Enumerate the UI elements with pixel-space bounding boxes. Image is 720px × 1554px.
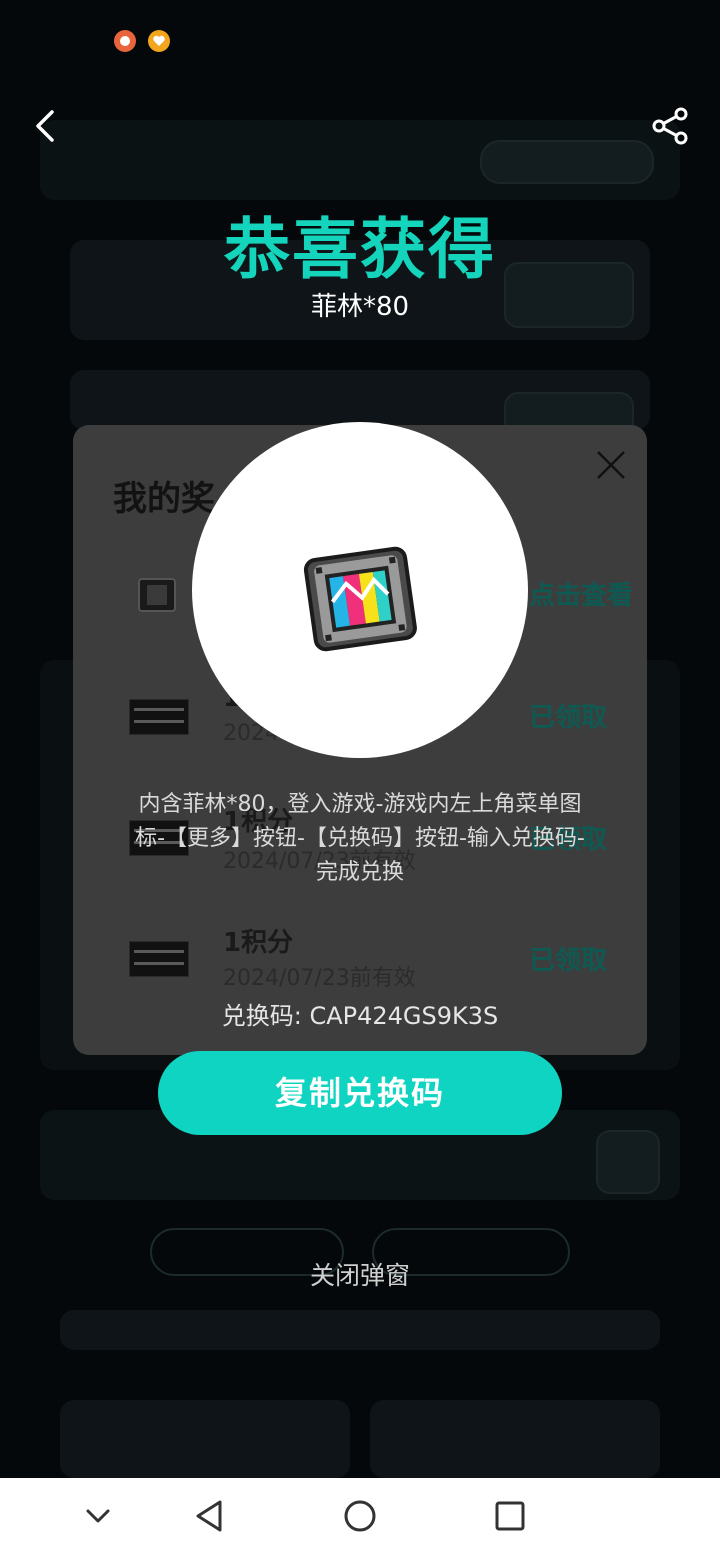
close-icon (597, 451, 625, 479)
copy-code-button[interactable]: 复制兑换码 (158, 1051, 562, 1135)
points-icon (129, 941, 189, 977)
chevron-down-icon (86, 1509, 110, 1523)
nav-back-button[interactable] (188, 1496, 232, 1536)
triangle-back-icon (196, 1500, 222, 1532)
bg-hint-bar (60, 1310, 660, 1350)
row-status: 已领取 (529, 946, 608, 976)
film-reel-icon (303, 546, 417, 652)
row-title: 1积分 (223, 928, 294, 958)
back-button[interactable] (30, 106, 66, 146)
system-navigation-bar (0, 1478, 720, 1554)
prize-circle (192, 422, 528, 758)
bg-bottom-card-right (370, 1400, 660, 1478)
nav-recents-button[interactable] (488, 1496, 532, 1536)
close-popup-link[interactable]: 关闭弹窗 (0, 1256, 720, 1292)
congrats-title: 恭喜获得 (224, 211, 496, 288)
redeem-instructions: 内含菲林*80，登入游戏-游戏内左上角菜单图标-【更多】按钮-【兑换码】按钮-输… (135, 792, 585, 885)
nav-home-button[interactable] (338, 1496, 382, 1536)
row-date: 2024/07/23前有效 (223, 966, 416, 991)
row-status: 已领取 (529, 703, 608, 733)
row-status[interactable]: 点击查看 (529, 575, 633, 612)
share-icon (652, 107, 688, 145)
reward-name: 菲林*80 (310, 292, 410, 322)
notification-heart-icon (148, 30, 170, 52)
share-button[interactable] (650, 106, 690, 146)
bg-gift-box (596, 1130, 660, 1194)
bg-points-pill (480, 140, 654, 184)
square-recents-icon (495, 1501, 525, 1531)
nav-collapse-button[interactable] (76, 1496, 120, 1536)
chevron-left-icon (36, 110, 54, 142)
points-icon (129, 699, 189, 735)
panel-close-button[interactable] (595, 449, 627, 481)
notification-app-icon (114, 30, 136, 52)
bg-bottom-card-left (60, 1400, 350, 1478)
redeem-code: 兑换码: CAP424GS9K3S (221, 1002, 499, 1030)
film-thumb-icon (135, 575, 179, 615)
circle-home-icon (344, 1500, 376, 1532)
